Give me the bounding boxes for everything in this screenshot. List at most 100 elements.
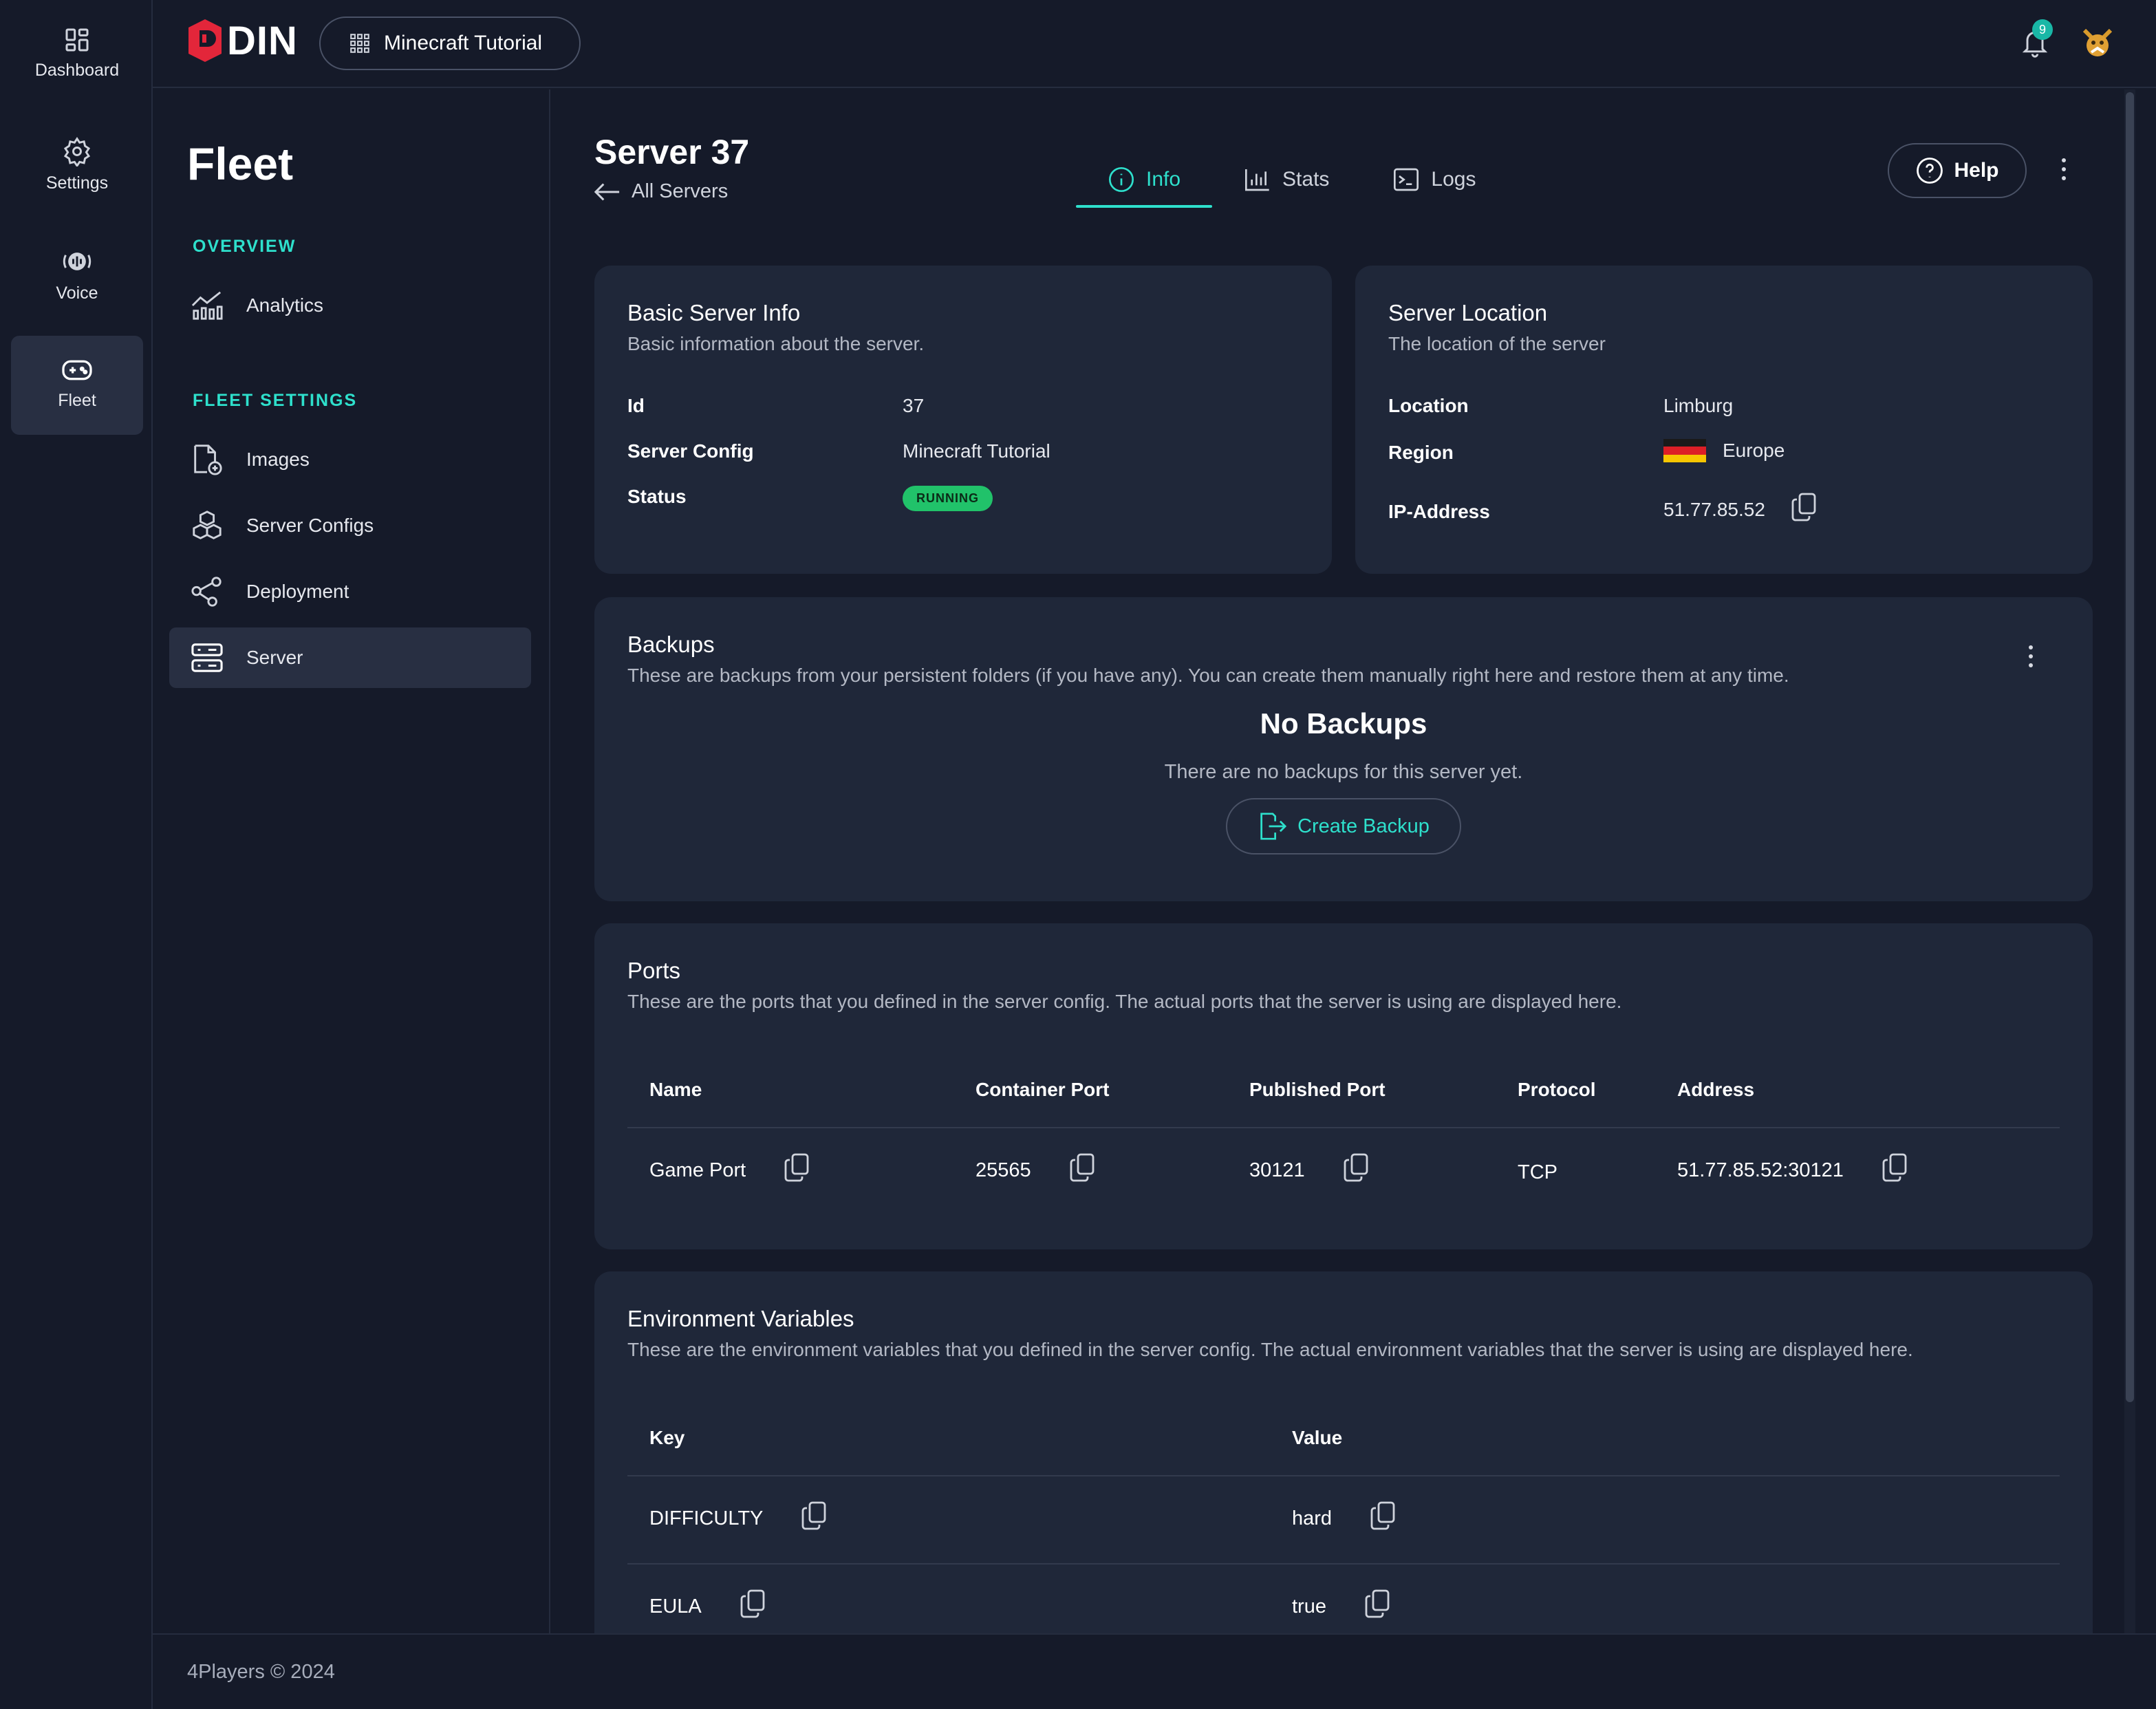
sidebar-title: Fleet [187, 138, 294, 189]
backups-card: Backups These are backups from your pers… [594, 597, 2093, 901]
table-cell: EULA [649, 1589, 766, 1624]
column-header: Value [1292, 1427, 1343, 1448]
rail-item-voice[interactable]: Voice [11, 226, 143, 325]
page-more-menu[interactable] [2060, 158, 2068, 186]
user-avatar[interactable] [2078, 22, 2117, 62]
sidebar-item-label: Deployment [246, 581, 349, 602]
top-bar: DIN Minecraft Tutorial 9 [153, 0, 2156, 88]
card-subtitle: Basic information about the server. [627, 333, 925, 354]
empty-state-title: No Backups [1260, 707, 1427, 740]
environment-variables-card: Environment Variables These are the envi… [594, 1271, 2093, 1633]
copy-icon[interactable] [783, 1153, 810, 1187]
table-cell: true [1292, 1589, 1391, 1624]
help-button[interactable]: Help [1888, 143, 2027, 198]
section-fleet-settings: FLEET SETTINGS [193, 391, 358, 410]
server-config-label: Server Config [627, 440, 754, 462]
copy-icon[interactable] [1881, 1153, 1908, 1187]
analytics-icon [191, 291, 223, 320]
back-to-all-servers[interactable]: All Servers [594, 180, 728, 203]
germany-flag-icon [1663, 439, 1706, 462]
card-subtitle: These are the environment variables that… [627, 1339, 1913, 1360]
tab-label: Info [1146, 168, 1181, 191]
env-value: hard [1292, 1507, 1333, 1529]
sidebar-item-deployment[interactable]: Deployment [169, 561, 531, 622]
column-header: Protocol [1518, 1079, 1596, 1100]
scrollbar-track[interactable] [2124, 89, 2135, 1633]
help-circle-icon [1917, 158, 1943, 184]
table-cell: 30121 [1249, 1153, 1370, 1187]
rail-item-fleet[interactable]: Fleet [11, 336, 143, 435]
deployment-icon [191, 577, 222, 607]
copy-icon[interactable] [1363, 1589, 1391, 1624]
rail-item-label: Dashboard [34, 61, 120, 80]
id-label: Id [627, 395, 645, 416]
card-title: Basic Server Info [627, 300, 801, 325]
sidebar-item-images[interactable]: Images [169, 429, 531, 490]
avatar-icon [2082, 28, 2113, 56]
table-divider [627, 1563, 2060, 1565]
env-key: DIFFICULTY [649, 1507, 764, 1529]
region-value: Europe [1723, 440, 1785, 461]
location-value: Limburg [1663, 395, 1734, 416]
footer: 4Players © 2024 [153, 1633, 2156, 1709]
table-cell: DIFFICULTY [649, 1501, 828, 1536]
info-icon [1109, 167, 1134, 192]
published-port: 30121 [1249, 1159, 1305, 1181]
table-divider [627, 1475, 2060, 1476]
rail-item-dashboard[interactable]: Dashboard [11, 6, 143, 105]
status-label: Status [627, 486, 687, 507]
sidebar-item-server-configs[interactable]: Server Configs [169, 495, 531, 556]
logo-text: DIN [227, 18, 298, 63]
column-header: Name [649, 1079, 702, 1100]
server-location-card: Server Location The location of the serv… [1355, 266, 2093, 574]
file-export-icon [1260, 813, 1287, 840]
table-cell: hard [1292, 1501, 1397, 1536]
copy-icon[interactable] [1790, 493, 1818, 526]
project-switcher[interactable]: Minecraft Tutorial [319, 17, 581, 70]
card-title: Environment Variables [627, 1306, 854, 1331]
container-port: 25565 [975, 1159, 1031, 1181]
tab-stats[interactable]: Stats [1212, 154, 1361, 205]
sidebar-item-analytics[interactable]: Analytics [169, 275, 531, 336]
copy-icon[interactable] [1068, 1153, 1096, 1187]
rail-item-label: Voice [56, 283, 98, 303]
server-config-value: Minecraft Tutorial [903, 440, 1050, 462]
fleet-sidebar: Fleet OVERVIEW Analytics FLEET SETTINGS … [153, 89, 550, 1633]
scrollbar-thumb[interactable] [2126, 92, 2134, 1402]
sidebar-item-server[interactable]: Server [169, 627, 531, 688]
copy-icon[interactable] [800, 1501, 828, 1536]
tab-info[interactable]: Info [1076, 154, 1213, 208]
column-header: Key [649, 1427, 685, 1448]
column-header: Container Port [975, 1079, 1110, 1100]
footer-copyright: 4Players © 2024 [187, 1661, 335, 1683]
image-file-icon [194, 444, 222, 475]
odin-logo-mark [188, 19, 222, 62]
region-label: Region [1388, 442, 1454, 463]
tab-logs[interactable]: Logs [1361, 154, 1507, 205]
odin-logo[interactable]: DIN [186, 17, 298, 65]
back-link-label: All Servers [632, 180, 729, 202]
page-title: Server 37 [594, 133, 750, 171]
card-title: Server Location [1388, 300, 1548, 325]
rail-item-settings[interactable]: Settings [11, 116, 143, 215]
port-name: Game Port [649, 1159, 746, 1181]
create-backup-button[interactable]: Create Backup [1226, 798, 1461, 854]
card-title: Backups [627, 632, 715, 657]
server-icon [191, 643, 223, 672]
copy-icon[interactable] [1369, 1501, 1397, 1536]
table-cell: 25565 [975, 1153, 1096, 1187]
card-subtitle: These are backups from your persistent f… [627, 665, 1789, 686]
protocol: TCP [1518, 1161, 1557, 1183]
sidebar-item-label: Images [246, 449, 310, 470]
ports-card: Ports These are the ports that you defin… [594, 923, 2093, 1249]
backups-more-menu[interactable] [2027, 645, 2035, 673]
copy-icon[interactable] [1342, 1153, 1370, 1187]
main-content: Server 37 All Servers Info Stats Logs He… [552, 89, 2135, 1633]
rail-item-label: Settings [45, 173, 109, 193]
location-label: Location [1388, 395, 1469, 416]
sidebar-item-label: Server Configs [246, 515, 374, 536]
copy-icon[interactable] [739, 1589, 766, 1624]
arrow-left-icon [594, 183, 620, 200]
card-subtitle: These are the ports that you defined in … [627, 991, 1622, 1012]
sidebar-item-label: Server [246, 647, 303, 668]
